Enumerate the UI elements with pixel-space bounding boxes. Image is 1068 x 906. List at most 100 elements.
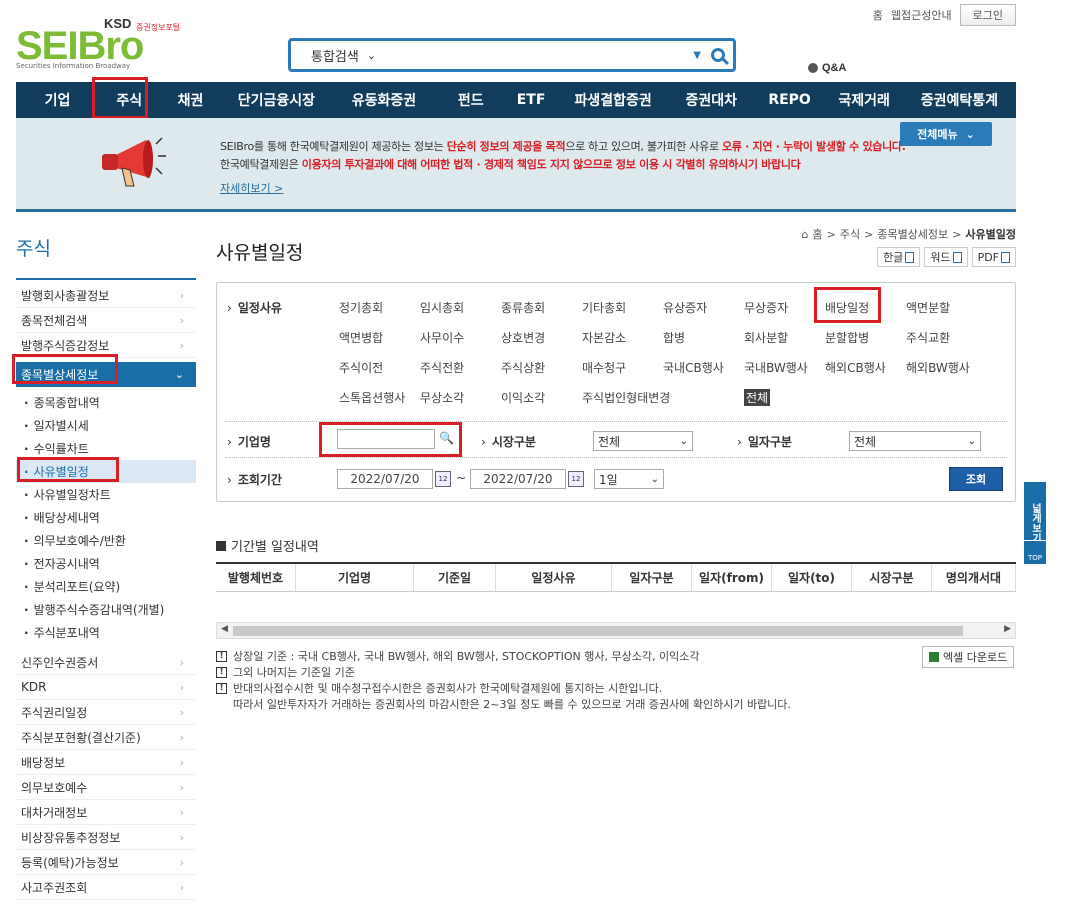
home-link[interactable]: 홈 (873, 7, 883, 23)
nav-item[interactable]: 단기금융시장 (222, 90, 331, 110)
search-button[interactable]: 조회 (949, 467, 1003, 491)
reason-option[interactable]: 무상소각 (420, 389, 464, 406)
column-header[interactable]: 명의개서대 (932, 564, 1016, 591)
date-type-select[interactable]: 전체 ⌄ (849, 431, 981, 451)
nav-item[interactable]: 증권예탁통계 (903, 90, 1016, 110)
reason-option[interactable]: 액면병합 (339, 329, 383, 346)
reason-option[interactable]: 배당일정 (825, 299, 869, 316)
column-header[interactable]: 발행체번호 (216, 564, 296, 591)
banner-more-link[interactable]: 자세히보기 > (220, 180, 283, 196)
sidebar-subitem[interactable]: 사유별일정 (16, 460, 196, 483)
sidebar-item[interactable]: 비상장유통추정정보 › (16, 825, 196, 850)
reason-option[interactable]: 주식법인형태변경 (582, 389, 670, 406)
nav-item[interactable]: 증권대차 (669, 90, 754, 110)
sidebar-subitem[interactable]: 사유별일정차트 (16, 483, 196, 506)
sidebar-item[interactable]: 의무보호예수 › (16, 775, 196, 800)
pdf-button[interactable]: PDF (971, 247, 1016, 267)
sidebar-subitem[interactable]: 종목종합내역 (16, 391, 196, 414)
login-button[interactable]: 로그인 (959, 4, 1016, 26)
sidebar-item[interactable]: 종목전체검색 › (16, 308, 196, 333)
scrollbar-thumb[interactable] (233, 626, 963, 636)
sidebar-subitem[interactable]: 일자별시세 (16, 414, 196, 437)
nav-item[interactable]: 유동화증권 (331, 90, 437, 110)
reason-option[interactable]: 기타총회 (582, 299, 626, 316)
sidebar-item[interactable]: 발행주식증감정보 › (16, 333, 196, 358)
excel-download-button[interactable]: 엑셀 다운로드 (922, 646, 1015, 668)
seibro-logo[interactable]: SEIBro KSD 증권정보포털 Securities Information… (16, 14, 196, 70)
reason-option[interactable]: 분할합병 (825, 329, 869, 346)
sidebar-item[interactable]: 발행회사총괄정보 › (16, 283, 196, 308)
reason-option[interactable]: 종류총회 (501, 299, 545, 316)
period-select[interactable]: 1일 ⌄ (594, 469, 664, 489)
reason-option[interactable]: 해외CB행사 (825, 359, 886, 376)
search-icon[interactable]: 🔍 (439, 431, 454, 445)
reason-option[interactable]: 회사분할 (744, 329, 788, 346)
breadcrumb-detail[interactable]: 종목별상세정보 (877, 226, 948, 242)
date-from-input[interactable]: 2022/07/20 (337, 469, 433, 489)
breadcrumb-stock[interactable]: 주식 (840, 226, 860, 242)
accessibility-link[interactable]: 웹접근성안내 (891, 7, 952, 23)
column-header[interactable]: 일자구분 (612, 564, 692, 591)
sidebar-item[interactable]: 등록(예탁)가능정보 › (16, 850, 196, 875)
reason-option[interactable]: 해외BW행사 (906, 359, 970, 376)
sidebar-item[interactable]: 신주인수권증서 › (16, 650, 196, 675)
reason-option[interactable]: 사무이수 (420, 329, 464, 346)
reason-option[interactable]: 주식상환 (501, 359, 545, 376)
search-scope-select[interactable]: 통합검색 (311, 46, 359, 65)
sidebar-item[interactable]: 배당정보 › (16, 750, 196, 775)
sidebar-item[interactable]: 대차거래정보 › (16, 800, 196, 825)
nav-item[interactable]: ETF (505, 92, 558, 108)
reason-option[interactable]: 국내CB행사 (663, 359, 724, 376)
date-to-input[interactable]: 2022/07/20 (470, 469, 566, 489)
column-header[interactable]: 일자(from) (692, 564, 772, 591)
reason-option[interactable]: 국내BW행사 (744, 359, 808, 376)
nav-item[interactable]: 주식 (99, 90, 159, 110)
reason-option[interactable]: 주식교환 (906, 329, 950, 346)
reason-option[interactable]: 이익소각 (501, 389, 545, 406)
reason-option[interactable]: 임시총회 (420, 299, 464, 316)
scroll-left-icon[interactable]: ◀ (221, 624, 228, 634)
calendar-icon[interactable]: 12 (568, 471, 584, 487)
sidebar-item[interactable]: 주식권리일정 › (16, 700, 196, 725)
horizontal-scrollbar[interactable]: ◀ ▶ (216, 622, 1016, 639)
full-menu-button[interactable]: 전체메뉴 ⌄ (900, 122, 992, 146)
nav-item[interactable]: 펀드 (437, 90, 505, 110)
reason-option[interactable]: 스톡옵션행사 (339, 389, 405, 406)
reason-option[interactable]: 액면분할 (906, 299, 950, 316)
sidebar-item[interactable]: 주식분포현황(결산기준) › (16, 725, 196, 750)
reason-option[interactable]: 전체 (744, 389, 771, 406)
qna-link[interactable]: Q&A (808, 62, 846, 74)
nav-item[interactable]: REPO (754, 92, 826, 108)
column-header[interactable]: 기준일 (414, 564, 496, 591)
column-header[interactable]: 일정사유 (496, 564, 612, 591)
column-header[interactable]: 시장구분 (852, 564, 932, 591)
sidebar-item-active[interactable]: 종목별상세정보 ⌄ (16, 362, 196, 387)
nav-item[interactable]: 기업 (16, 90, 99, 110)
calendar-icon[interactable]: 12 (435, 471, 451, 487)
nav-item[interactable]: 국제거래 (825, 90, 902, 110)
sidebar-subitem[interactable]: 배당상세내역 (16, 506, 196, 529)
top-button[interactable]: TOP (1024, 540, 1046, 564)
column-header[interactable]: 기업명 (296, 564, 414, 591)
hwp-button[interactable]: 한글 (877, 247, 921, 267)
sidebar-item[interactable]: 사고주권조회 › (16, 875, 196, 900)
reason-option[interactable]: 매수청구 (582, 359, 626, 376)
breadcrumb-home[interactable]: 홈 (813, 226, 823, 242)
dropdown-arrow-icon[interactable]: ▼ (693, 50, 701, 61)
sidebar-subitem[interactable]: 의무보호예수/반환 (16, 529, 196, 552)
sidebar-subitem[interactable]: 수익률차트 (16, 437, 196, 460)
column-header[interactable]: 일자(to) (772, 564, 852, 591)
nav-item[interactable]: 채권 (159, 90, 221, 110)
word-button[interactable]: 워드 (924, 247, 968, 267)
home-icon[interactable]: ⌂ (802, 228, 809, 241)
sidebar-subitem[interactable]: 주식분포내역 (16, 621, 196, 644)
sidebar-subitem[interactable]: 전자공시내역 (16, 552, 196, 575)
reason-option[interactable]: 자본감소 (582, 329, 626, 346)
chevron-down-icon[interactable]: ⌄ (367, 49, 376, 62)
reason-option[interactable]: 합병 (663, 329, 685, 346)
company-input[interactable] (337, 429, 435, 449)
sidebar-subitem[interactable]: 발행주식수증감내역(개별) (16, 598, 196, 621)
reason-option[interactable]: 상호변경 (501, 329, 545, 346)
sidebar-subitem[interactable]: 분석리포트(요약) (16, 575, 196, 598)
reason-option[interactable]: 유상증자 (663, 299, 707, 316)
